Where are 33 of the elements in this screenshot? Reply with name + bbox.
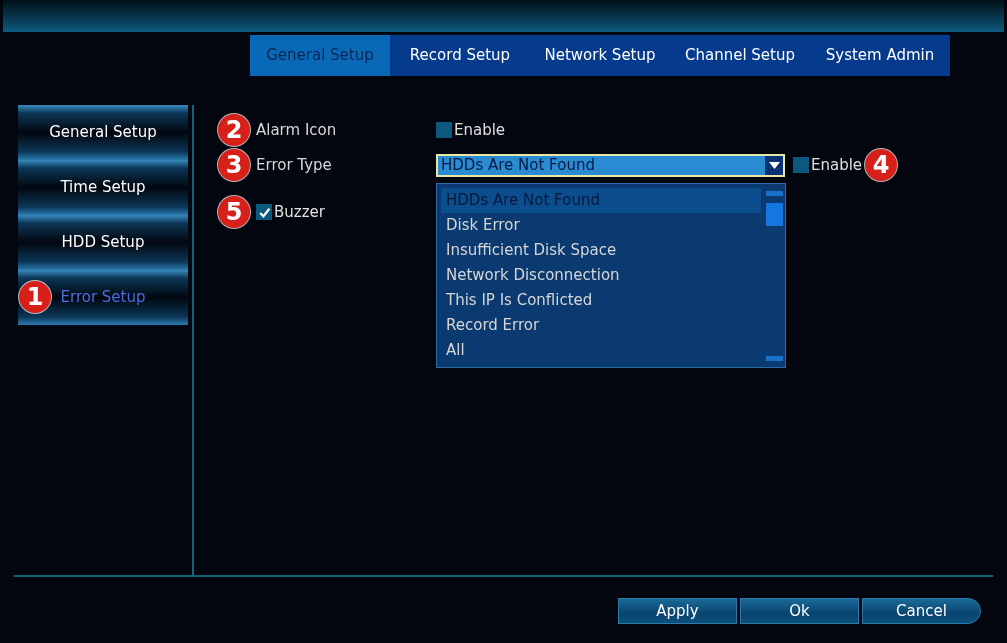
dropdown-option[interactable]: This IP Is Conflicted xyxy=(441,288,761,313)
button[interactable]: Ok xyxy=(740,598,859,624)
dropdown-option[interactable]: All xyxy=(441,338,761,363)
checkbox-label: Enable xyxy=(454,119,506,141)
checkbox[interactable] xyxy=(256,204,272,220)
sidebar-item[interactable]: Time Setup xyxy=(18,160,188,215)
field-label: Error Type xyxy=(256,154,333,176)
checkbox-label: Enable xyxy=(811,154,863,176)
caret-icon xyxy=(765,155,783,175)
dropdown-option[interactable]: Disk Error xyxy=(441,213,761,238)
dropdown-option[interactable]: Insufficient Disk Space xyxy=(441,238,761,263)
tab[interactable]: Network Setup xyxy=(530,35,670,76)
button[interactable]: Apply xyxy=(618,598,737,624)
tab[interactable]: Record Setup xyxy=(390,35,530,76)
dropdown-option[interactable]: Record Error xyxy=(441,313,761,338)
button[interactable]: Cancel xyxy=(862,598,981,624)
field-label: Alarm Icon xyxy=(256,119,338,141)
sidebar-item[interactable]: HDD Setup xyxy=(18,215,188,270)
dropdown[interactable]: HDDs Are Not Found xyxy=(436,153,785,177)
tab[interactable]: System Admin xyxy=(810,35,950,76)
checkbox[interactable] xyxy=(793,157,809,173)
scrollbar[interactable] xyxy=(766,188,783,364)
callout-badge: 2 xyxy=(218,114,250,146)
dropdown-option[interactable]: Network Disconnection xyxy=(441,263,761,288)
checkbox[interactable] xyxy=(436,122,452,138)
callout-badge: 3 xyxy=(218,149,250,181)
callout-badge: 1 xyxy=(19,281,51,313)
callout-badge: 5 xyxy=(218,196,250,228)
callout-badge: 4 xyxy=(865,149,898,181)
sidebar-item[interactable]: General Setup xyxy=(18,105,188,160)
tab[interactable]: Channel Setup xyxy=(670,35,810,76)
sidebar-item[interactable]: 1 Error Setup xyxy=(18,270,188,325)
checkbox-label: Buzzer xyxy=(274,201,325,223)
